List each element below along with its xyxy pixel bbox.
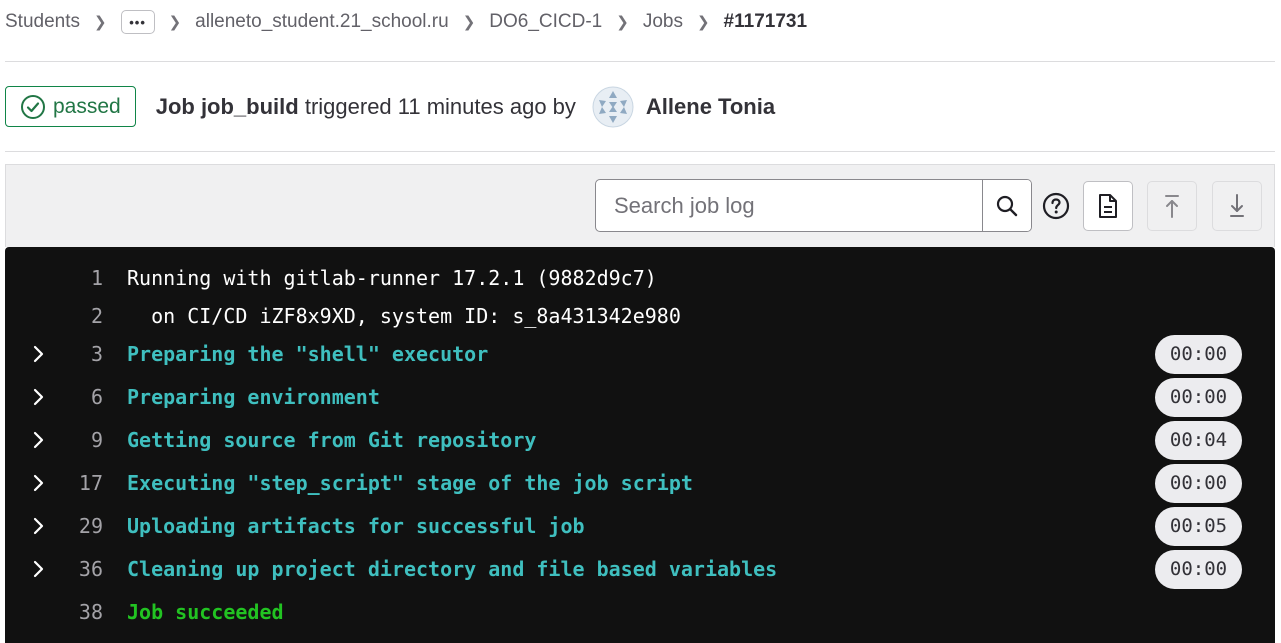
log-text: Running with gitlab-runner 17.2.1 (9882d…	[127, 266, 657, 290]
line-number[interactable]: 9	[45, 428, 103, 452]
scroll-to-bottom-icon	[1230, 194, 1244, 217]
divider	[5, 151, 1275, 152]
line-number[interactable]: 29	[45, 514, 103, 538]
search-button[interactable]	[982, 180, 1031, 231]
avatar[interactable]	[592, 86, 634, 128]
log-section-header[interactable]: 3 Preparing the "shell" executor 00:00	[5, 334, 1275, 374]
chevron-right-icon: ❯	[696, 14, 710, 31]
job-name: Job job_build	[155, 93, 299, 119]
log-section-title: Executing "step_script" stage of the job…	[127, 471, 693, 495]
breadcrumb-user[interactable]: alleneto_student.21_school.ru	[195, 11, 449, 33]
log-section-header[interactable]: 9 Getting source from Git repository 00:…	[5, 420, 1275, 460]
status-badge[interactable]: passed	[5, 86, 136, 127]
duration-badge: 00:00	[1155, 549, 1242, 589]
job-title: Job job_build triggered 11 minutes ago b…	[156, 94, 576, 120]
breadcrumb-jobs[interactable]: Jobs	[643, 11, 683, 33]
breadcrumb-students[interactable]: Students	[5, 11, 80, 33]
duration-badge: 00:00	[1155, 334, 1242, 374]
chevron-right-icon: ❯	[94, 14, 107, 31]
divider	[5, 61, 1275, 62]
line-number[interactable]: 38	[45, 600, 103, 624]
breadcrumb: Students ❯ ••• ❯ alleneto_student.21_sch…	[5, 0, 807, 44]
log-section-title: Preparing the "shell" executor	[127, 342, 489, 366]
log-text: on CI/CD iZF8x9XD, system ID: s_8a431342…	[127, 304, 681, 328]
breadcrumb-ellipsis-button[interactable]: •••	[120, 10, 155, 34]
log-line: 38 Job succeeded	[5, 593, 1275, 631]
line-number[interactable]: 17	[45, 471, 103, 495]
line-number[interactable]: 6	[45, 385, 103, 409]
search-input[interactable]	[596, 180, 982, 231]
line-number[interactable]: 2	[45, 304, 103, 328]
line-number[interactable]: 36	[45, 557, 103, 581]
check-circle-icon	[21, 94, 45, 119]
log-section-header[interactable]: 17 Executing "step_script" stage of the …	[5, 463, 1275, 503]
log-section-header[interactable]: 29 Uploading artifacts for successful jo…	[5, 506, 1275, 546]
job-log: 1 Running with gitlab-runner 17.2.1 (988…	[5, 247, 1275, 643]
breadcrumb-current-job[interactable]: #1171731	[724, 11, 808, 33]
search-box	[595, 179, 1032, 232]
log-section-title: Preparing environment	[127, 385, 380, 409]
log-section-title: Uploading artifacts for successful job	[127, 514, 585, 538]
scroll-to-top-icon	[1165, 195, 1179, 218]
log-section-header[interactable]: 6 Preparing environment 00:00	[5, 377, 1275, 417]
duration-badge: 00:04	[1155, 420, 1242, 460]
triggered-text: triggered 11 minutes ago by	[298, 93, 576, 119]
duration-badge: 00:05	[1155, 506, 1242, 546]
search-icon	[996, 195, 1018, 216]
chevron-right-icon: ❯	[462, 14, 476, 31]
job-header: passed Job job_build triggered 11 minute…	[5, 86, 775, 127]
line-number[interactable]: 3	[45, 342, 103, 366]
log-section-title: Getting source from Git repository	[127, 428, 537, 452]
chevron-right-icon: ❯	[616, 14, 629, 31]
duration-badge: 00:00	[1155, 377, 1242, 417]
job-log-toolbar	[5, 164, 1275, 247]
duration-badge: 00:00	[1155, 463, 1242, 503]
line-number[interactable]: 1	[45, 266, 103, 290]
chevron-right-icon: ❯	[168, 14, 182, 31]
breadcrumb-project[interactable]: DO6_CICD-1	[489, 11, 602, 33]
author-name[interactable]: Allene Tonia	[646, 94, 775, 120]
question-icon[interactable]	[1042, 192, 1070, 220]
status-label: passed	[53, 94, 121, 118]
log-section-header[interactable]: 36 Cleaning up project directory and fil…	[5, 549, 1275, 589]
scroll-to-top-button[interactable]	[1147, 181, 1197, 231]
scroll-to-bottom-button[interactable]	[1212, 181, 1262, 231]
job-succeeded-text: Job succeeded	[127, 600, 284, 624]
log-section-title: Cleaning up project directory and file b…	[127, 557, 778, 581]
raw-log-icon	[1099, 194, 1117, 218]
raw-log-button[interactable]	[1083, 181, 1133, 231]
log-line: 2 on CI/CD iZF8x9XD, system ID: s_8a4313…	[5, 297, 1275, 335]
log-line: 1 Running with gitlab-runner 17.2.1 (988…	[5, 259, 1275, 297]
